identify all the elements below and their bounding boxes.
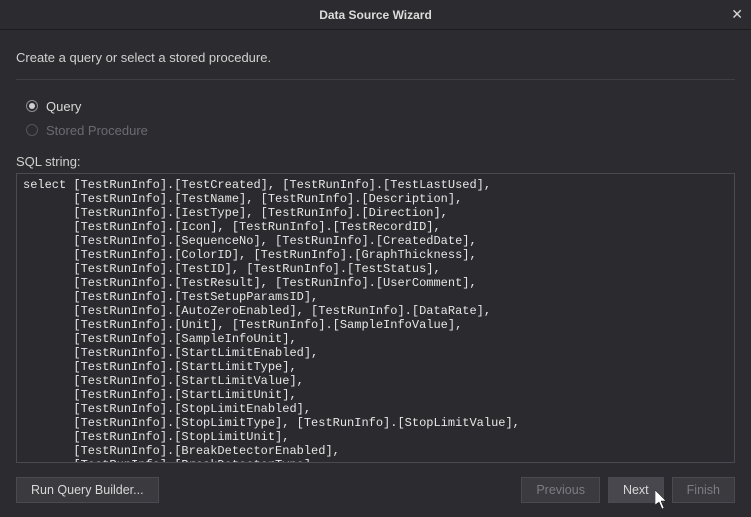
finish-button[interactable]: Finish: [672, 477, 735, 503]
sql-string-label: SQL string:: [16, 154, 735, 169]
radio-query-label: Query: [46, 99, 81, 114]
next-button[interactable]: Next: [608, 477, 664, 503]
content-area: Create a query or select a stored proced…: [0, 30, 751, 463]
radio-stored-procedure-label: Stored Procedure: [46, 123, 148, 138]
close-icon[interactable]: ✕: [731, 6, 743, 23]
radio-group: Query Stored Procedure: [26, 94, 735, 142]
window-title: Data Source Wizard: [319, 8, 432, 22]
divider: [16, 79, 735, 80]
intro-text: Create a query or select a stored proced…: [16, 50, 735, 65]
radio-query[interactable]: Query: [26, 94, 735, 118]
titlebar: Data Source Wizard ✕: [0, 0, 751, 30]
radio-icon: [26, 124, 38, 136]
footer: Run Query Builder... Previous Next Finis…: [0, 463, 751, 517]
run-query-builder-button[interactable]: Run Query Builder...: [16, 477, 159, 503]
radio-stored-procedure[interactable]: Stored Procedure: [26, 118, 735, 142]
sql-string-input[interactable]: select [TestRunInfo].[TestCreated], [Tes…: [16, 173, 735, 463]
wizard-window: Data Source Wizard ✕ Create a query or s…: [0, 0, 751, 517]
radio-icon: [26, 100, 38, 112]
previous-button[interactable]: Previous: [521, 477, 600, 503]
